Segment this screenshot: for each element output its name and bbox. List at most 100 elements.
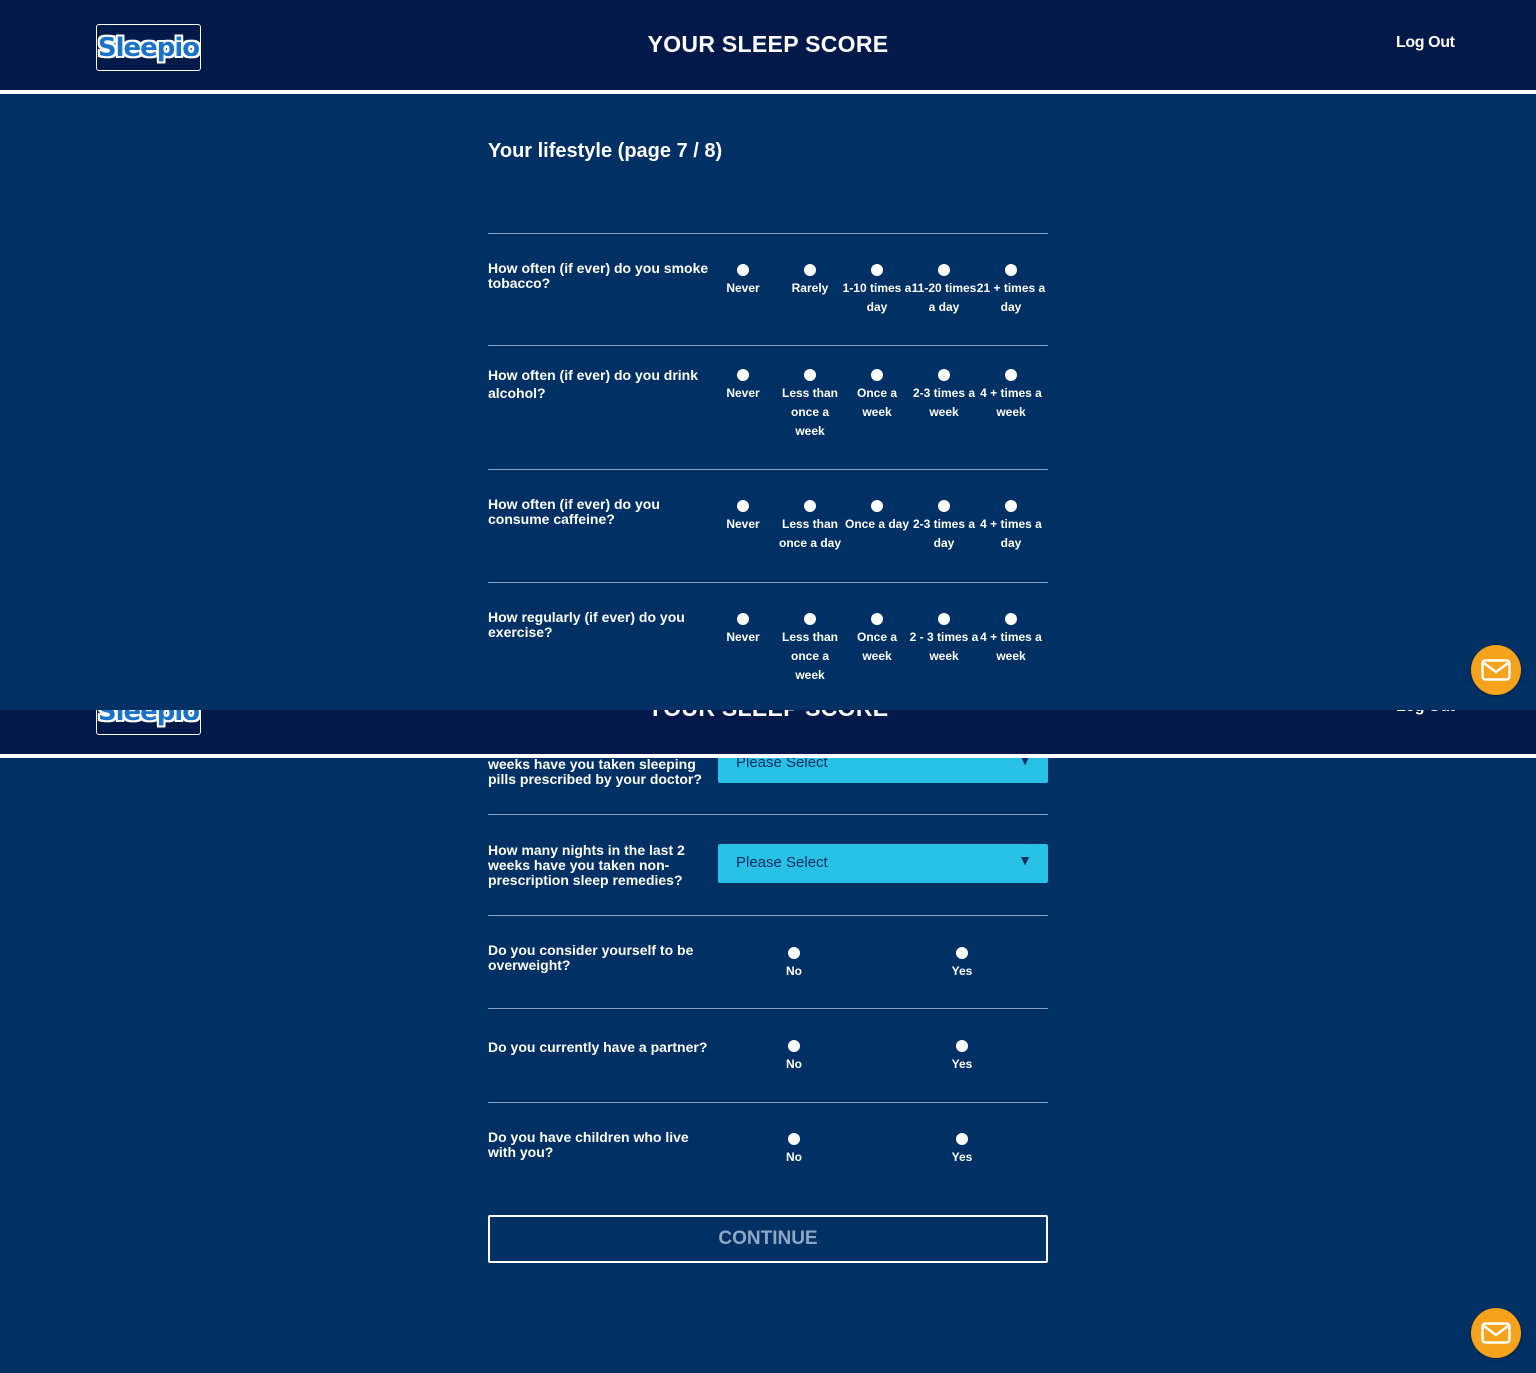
screen-top: Sleepio YOUR SLEEP SCORE Log Out Your li… xyxy=(0,0,1536,710)
radio-button[interactable] xyxy=(871,500,883,512)
option-caffeine-once-daily[interactable]: Once a day xyxy=(842,500,912,534)
option-overweight-yes[interactable]: Yes xyxy=(927,947,997,981)
divider xyxy=(488,582,1048,583)
option-caffeine-never[interactable]: Never xyxy=(708,500,778,534)
divider xyxy=(488,1102,1048,1103)
option-label: Yes xyxy=(951,1150,973,1164)
option-exercise-4-plus-weekly[interactable]: 4 + times a week xyxy=(976,613,1046,666)
option-smoke-1-10[interactable]: 1-10 times a day xyxy=(842,264,912,317)
radio-button[interactable] xyxy=(956,947,968,959)
sleep-remedies-select[interactable]: Please Select ▼ xyxy=(718,844,1048,883)
select-value: Please Select xyxy=(736,854,828,871)
option-smoke-never[interactable]: Never xyxy=(708,264,778,298)
option-partner-yes[interactable]: Yes xyxy=(927,1040,997,1074)
option-alcohol-never[interactable]: Never xyxy=(708,369,778,403)
question-alcohol-label: How often (if ever) do you drink alcohol… xyxy=(488,367,699,401)
header-title: YOUR SLEEP SCORE xyxy=(647,31,889,57)
radio-button[interactable] xyxy=(804,369,816,381)
radio-button[interactable] xyxy=(1005,264,1017,276)
radio-button[interactable] xyxy=(737,500,749,512)
header-title: YOUR SLEEP SCORE xyxy=(0,710,1536,722)
logout-link[interactable]: Log Out xyxy=(1396,34,1455,52)
radio-button[interactable] xyxy=(737,264,749,276)
message-button[interactable] xyxy=(1471,645,1521,695)
option-alcohol-once-weekly[interactable]: Once a week xyxy=(842,369,912,422)
radio-button[interactable] xyxy=(737,369,749,381)
option-label: 4 + times a day xyxy=(980,517,1042,550)
option-label: 2-3 times a week xyxy=(912,386,976,419)
radio-button[interactable] xyxy=(1005,369,1017,381)
question-sleeping-pills-label: weeks have you taken sleeping pills pres… xyxy=(488,756,702,787)
option-label: Never xyxy=(726,386,760,400)
logout-link[interactable]: Log Out xyxy=(1396,710,1455,716)
radio-button[interactable] xyxy=(804,500,816,512)
radio-button[interactable] xyxy=(956,1040,968,1052)
message-button[interactable] xyxy=(1471,1308,1521,1358)
divider xyxy=(488,915,1048,916)
envelope-icon xyxy=(1481,1322,1511,1344)
option-label: No xyxy=(786,1057,802,1071)
radio-button[interactable] xyxy=(871,369,883,381)
option-label: 2 - 3 times a week xyxy=(909,630,979,663)
radio-button[interactable] xyxy=(956,1133,968,1145)
option-smoke-21-plus[interactable]: 21 + times a day xyxy=(976,264,1046,317)
option-caffeine-4-plus-daily[interactable]: 4 + times a day xyxy=(976,500,1046,553)
option-label: Once a week xyxy=(856,630,898,663)
option-label: Yes xyxy=(951,964,973,978)
radio-button[interactable] xyxy=(938,264,950,276)
option-overweight-no[interactable]: No xyxy=(759,947,829,981)
option-label: Less than once a day xyxy=(778,517,842,550)
radio-button[interactable] xyxy=(938,500,950,512)
option-label: No xyxy=(786,1150,802,1164)
option-label: 1-10 times a day xyxy=(842,281,912,314)
option-label: 4 + times a week xyxy=(980,630,1042,663)
option-exercise-less-than-weekly[interactable]: Less than once a week xyxy=(775,613,845,685)
radio-button[interactable] xyxy=(1005,613,1017,625)
question-partner-label: Do you currently have a partner? xyxy=(488,1039,708,1055)
option-exercise-2-3-weekly[interactable]: 2 - 3 times a week xyxy=(909,613,979,666)
option-caffeine-2-3-daily[interactable]: 2-3 times a day xyxy=(909,500,979,553)
option-exercise-never[interactable]: Never xyxy=(708,613,778,647)
question-smoke-label: How often (if ever) do you smoke tobacco… xyxy=(488,260,709,291)
envelope-icon xyxy=(1481,659,1511,681)
option-label: Once a week xyxy=(856,386,898,419)
option-smoke-11-20[interactable]: 11-20 times a day xyxy=(909,264,979,317)
radio-button[interactable] xyxy=(871,264,883,276)
radio-button[interactable] xyxy=(737,613,749,625)
radio-button[interactable] xyxy=(938,369,950,381)
option-children-yes[interactable]: Yes xyxy=(927,1133,997,1167)
option-caffeine-less-than-daily[interactable]: Less than once a day xyxy=(775,500,845,553)
radio-button[interactable] xyxy=(804,613,816,625)
radio-button[interactable] xyxy=(788,1040,800,1052)
option-label: 2-3 times a day xyxy=(912,517,976,550)
option-alcohol-4-plus-weekly[interactable]: 4 + times a week xyxy=(976,369,1046,422)
option-label: 4 + times a week xyxy=(980,386,1042,419)
option-label: Less than once a week xyxy=(781,386,838,438)
continue-button[interactable]: CONTINUE xyxy=(488,1215,1048,1263)
option-children-no[interactable]: No xyxy=(759,1133,829,1167)
option-exercise-once-weekly[interactable]: Once a week xyxy=(842,613,912,666)
screen-bottom: Sleepio YOUR SLEEP SCORE Log Out weeks h… xyxy=(0,710,1536,1373)
question-children-label: Do you have children who live with you? xyxy=(488,1129,689,1160)
divider xyxy=(488,233,1048,234)
radio-button[interactable] xyxy=(788,947,800,959)
divider xyxy=(488,1008,1048,1009)
question-sleep-remedies-label: How many nights in the last 2 weeks have… xyxy=(488,842,685,888)
option-partner-no[interactable]: No xyxy=(759,1040,829,1074)
radio-button[interactable] xyxy=(938,613,950,625)
option-label: Once a day xyxy=(844,517,910,531)
dropdown-caret-icon: ▼ xyxy=(1018,852,1032,868)
divider xyxy=(488,345,1048,346)
divider xyxy=(488,469,1048,470)
divider xyxy=(488,814,1048,815)
radio-button[interactable] xyxy=(871,613,883,625)
option-smoke-rarely[interactable]: Rarely xyxy=(775,264,845,298)
header: Sleepio YOUR SLEEP SCORE Log Out xyxy=(0,0,1536,94)
radio-button[interactable] xyxy=(788,1133,800,1145)
radio-button[interactable] xyxy=(1005,500,1017,512)
option-alcohol-2-3-weekly[interactable]: 2-3 times a week xyxy=(909,369,979,422)
radio-button[interactable] xyxy=(804,264,816,276)
question-exercise-label: How regularly (if ever) do you exercise? xyxy=(488,609,685,640)
option-alcohol-less-than-weekly[interactable]: Less than once a week xyxy=(775,369,845,441)
question-caffeine-label: How often (if ever) do you consume caffe… xyxy=(488,496,660,527)
